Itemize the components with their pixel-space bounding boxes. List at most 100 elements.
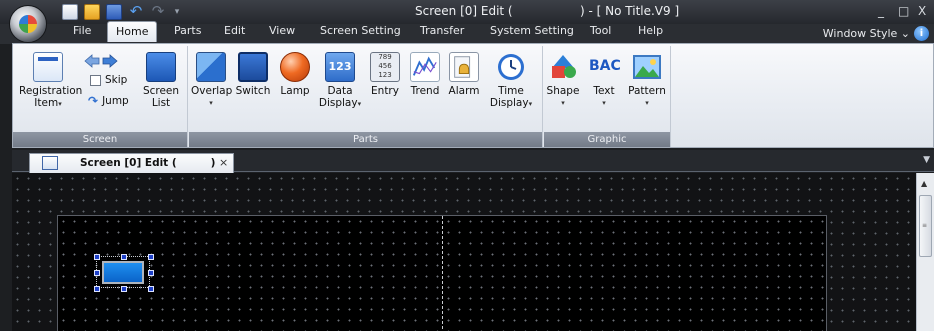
chevron-down-icon: ▾ — [602, 99, 606, 107]
skip-checkbox-box[interactable] — [90, 74, 101, 86]
text-button[interactable]: BAC Text ▾ — [586, 52, 622, 109]
save-icon[interactable] — [106, 4, 122, 20]
data-display-icon: 123 — [325, 52, 355, 82]
resize-handle-top-left[interactable] — [94, 254, 100, 260]
resize-handle-right[interactable] — [148, 270, 154, 276]
screen-list-button[interactable]: Screen List — [139, 52, 183, 109]
scrollbar-thumb[interactable]: ≡ — [919, 195, 932, 257]
tab-parts[interactable]: Parts — [174, 21, 201, 42]
overlap-icon — [196, 52, 226, 82]
tab-file[interactable]: File — [73, 21, 91, 42]
data-display-label-1: Data — [327, 85, 353, 97]
overlap-label: Overlap — [191, 85, 233, 97]
lamp-label: Lamp — [280, 85, 310, 97]
skip-label: Skip — [105, 74, 128, 86]
tab-edit[interactable]: Edit — [224, 21, 245, 42]
ribbon-home: Registration Item▾ Skip ↷ Jump Screen Li… — [12, 43, 934, 148]
resize-handle-left[interactable] — [94, 270, 100, 276]
screen-list-label-2: List — [151, 97, 171, 109]
screen-group: Registration Item▾ Skip ↷ Jump Screen Li… — [13, 46, 188, 147]
pattern-button[interactable]: Pattern ▾ — [626, 52, 668, 109]
open-icon[interactable] — [84, 4, 100, 20]
redo-icon[interactable]: ↷ — [150, 4, 166, 20]
text-label: Text — [593, 85, 615, 97]
parts-group-label: Parts — [189, 132, 542, 147]
scroll-up-arrow-icon[interactable]: ▲ — [921, 179, 927, 188]
switch-label: Switch — [235, 85, 271, 97]
chevron-down-icon: ▾ — [645, 99, 649, 107]
text-icon: BAC — [589, 58, 621, 74]
application-menu-button[interactable] — [9, 5, 47, 43]
screen-group-label: Screen — [13, 132, 187, 147]
registration-item-button[interactable]: Registration Item▾ — [19, 52, 83, 110]
tab-list-dropdown-icon[interactable]: ▼ — [923, 155, 930, 165]
lamp-icon — [280, 52, 310, 82]
skip-checkbox[interactable]: Skip — [90, 74, 127, 86]
tab-help[interactable]: Help — [638, 21, 663, 42]
alarm-button[interactable]: Alarm — [446, 52, 482, 97]
shape-label: Shape — [546, 85, 580, 97]
screen-area[interactable] — [57, 215, 827, 331]
resize-handle-top[interactable] — [121, 254, 127, 260]
document-tab-screen-0[interactable]: Screen [0] Edit () × — [29, 153, 234, 173]
registration-item-icon — [33, 52, 63, 82]
chevron-down-icon: ▾ — [209, 99, 213, 107]
tab-tool[interactable]: Tool — [590, 21, 611, 42]
quick-access-toolbar: ↶ ↷ ▾ — [62, 3, 182, 21]
tab-home[interactable]: Home — [107, 21, 158, 42]
time-display-button[interactable]: Time Display▾ — [487, 52, 535, 110]
tab-system-setting[interactable]: System Setting — [490, 21, 574, 42]
registration-item-label-1: Registration — [19, 85, 83, 97]
alarm-bell-icon — [449, 52, 479, 82]
shape-button[interactable]: Shape ▾ — [544, 52, 582, 109]
entry-keypad-icon: 789 456 123 — [370, 52, 400, 82]
switch-button[interactable]: Switch — [233, 52, 273, 97]
undo-icon[interactable]: ↶ — [128, 4, 144, 20]
new-icon[interactable] — [62, 4, 78, 20]
screen-edit-icon — [42, 156, 58, 170]
tab-transfer[interactable]: Transfer — [420, 21, 464, 42]
close-button[interactable]: X — [918, 4, 926, 18]
resize-handle-top-right[interactable] — [148, 254, 154, 260]
time-display-label-1: Time — [498, 85, 524, 97]
overlap-button[interactable]: Overlap ▾ — [191, 52, 233, 109]
clock-icon — [498, 54, 524, 80]
shape-icon — [552, 55, 576, 78]
time-display-label-2: Display — [489, 97, 529, 109]
screen-edit-canvas[interactable] — [12, 173, 916, 331]
window-style-menu[interactable]: Window Style ⌄ — [823, 24, 910, 43]
jump-button[interactable]: ↷ Jump — [88, 94, 129, 108]
resize-handle-bottom[interactable] — [121, 286, 127, 292]
chevron-down-icon: ▾ — [58, 100, 62, 108]
document-tab-title-right: ) — [210, 157, 216, 169]
graphic-group-label: Graphic — [544, 132, 670, 147]
resize-handle-bottom-left[interactable] — [94, 286, 100, 292]
data-display-button[interactable]: 123 Data Display▾ — [317, 52, 363, 110]
pattern-label: Pattern — [628, 85, 666, 97]
trend-button[interactable]: Trend — [407, 52, 443, 97]
selected-part[interactable] — [94, 254, 154, 292]
close-tab-icon[interactable]: × — [219, 156, 228, 169]
customize-toolbar-icon[interactable]: ▾ — [172, 7, 182, 17]
window-title-right: ) - [ No Title.V9 ] — [580, 4, 680, 18]
previous-next-screen-button[interactable] — [83, 53, 119, 69]
resize-handle-bottom-right[interactable] — [148, 286, 154, 292]
jump-arrow-icon: ↷ — [88, 94, 99, 108]
chevron-down-icon: ▾ — [561, 99, 565, 107]
help-info-icon[interactable]: i — [914, 26, 929, 41]
entry-button[interactable]: 789 456 123 Entry — [367, 52, 403, 97]
alarm-label: Alarm — [448, 85, 480, 97]
selected-part-body[interactable] — [102, 261, 144, 284]
pattern-image-icon — [633, 55, 661, 79]
data-display-label-2: Display — [318, 97, 358, 109]
tab-view[interactable]: View — [269, 21, 295, 42]
maximize-button[interactable]: □ — [898, 4, 909, 18]
registration-item-label-2: Item — [34, 97, 59, 109]
graphic-group: Shape ▾ BAC Text ▾ Pattern ▾ Graphic — [544, 46, 671, 147]
lamp-button[interactable]: Lamp — [277, 52, 313, 97]
tab-screen-setting[interactable]: Screen Setting — [320, 21, 401, 42]
minimize-button[interactable]: _ — [878, 4, 884, 18]
entry-label: Entry — [371, 85, 399, 97]
trend-graph-icon — [410, 52, 440, 82]
vertical-scrollbar[interactable]: ▲ ≡ — [916, 173, 934, 331]
